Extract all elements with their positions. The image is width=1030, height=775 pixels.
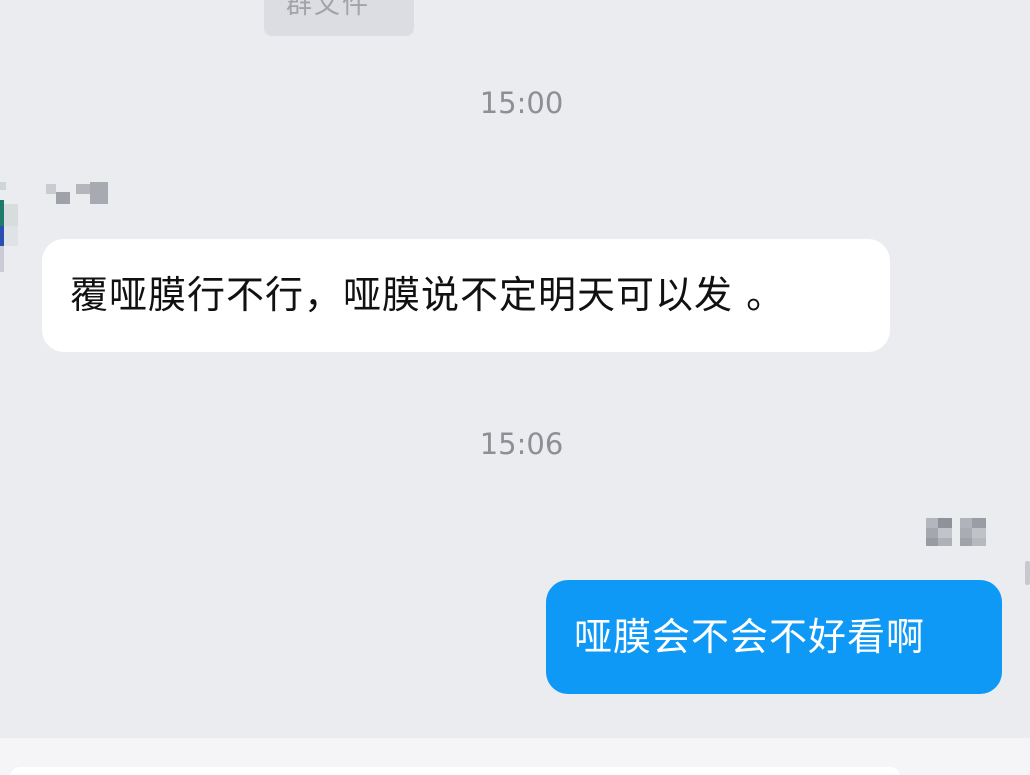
scrollbar[interactable] [1025,561,1030,585]
sender-name-blurred [926,518,988,546]
group-file-label: 群文件 [286,0,371,20]
outgoing-message-bubble[interactable]: 哑膜会不会不好看啊 [546,580,1002,694]
incoming-message-bubble[interactable]: 覆哑膜行不行，哑膜说不定明天可以发 。 [42,239,890,352]
group-file-chip[interactable]: 群文件 [264,0,414,36]
message-input[interactable] [10,767,900,775]
message-timestamp: 15:06 [479,427,564,461]
message-timestamp: 15:00 [479,86,564,120]
sender-avatar[interactable] [0,182,20,272]
sender-name-blurred [46,180,110,208]
chat-screen: 群文件 15:00 覆哑膜行不行，哑膜说不定明天可以发 。 15:06 哑膜会不… [0,0,1030,775]
